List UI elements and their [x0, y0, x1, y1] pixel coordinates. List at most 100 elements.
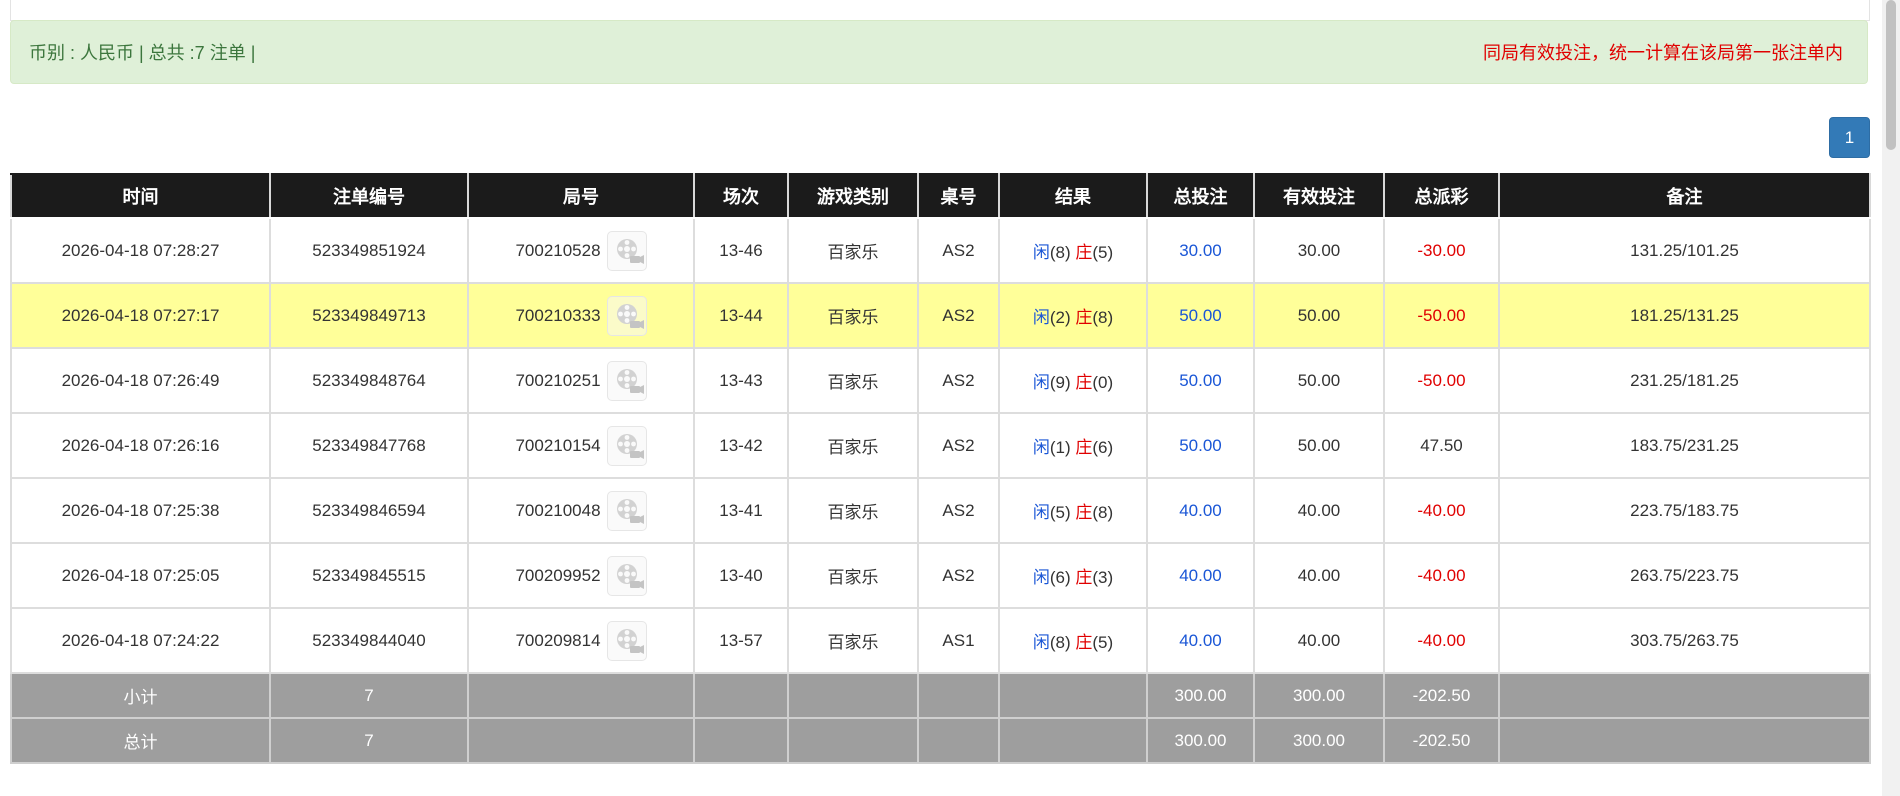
round-cell: 700209814 — [467, 607, 695, 674]
subtotal-label: 小计 — [10, 672, 271, 719]
bet-session: 13-41 — [693, 477, 789, 544]
bet-session: 13-44 — [693, 282, 789, 349]
bet-result: 闲(6) 庄(3) — [998, 542, 1148, 609]
bet-total: 30.00 — [1146, 217, 1255, 284]
film-reel-icon[interactable] — [606, 425, 647, 466]
bet-table: AS2 — [917, 282, 1000, 349]
bet-total: 50.00 — [1146, 347, 1255, 414]
banker-label: 庄 — [1075, 438, 1093, 457]
bet-result: 闲(1) 庄(6) — [998, 412, 1148, 479]
notice-text: 同局有效投注，统一计算在该局第一张注单内 — [1483, 43, 1843, 63]
total-row: 总计 7 300.00 300.00 -202.50 — [10, 717, 1871, 764]
film-reel-icon[interactable] — [606, 360, 647, 401]
bet-id: 523349845515 — [269, 542, 469, 609]
bet-total: 50.00 — [1146, 412, 1255, 479]
player-label: 闲 — [1032, 243, 1050, 262]
round-number: 700209814 — [515, 630, 601, 650]
bet-id: 523349846594 — [269, 477, 469, 544]
film-reel-icon[interactable] — [606, 555, 647, 596]
bet-time: 2026-04-18 07:26:16 — [10, 412, 271, 479]
bet-note: 181.25/131.25 — [1498, 282, 1871, 349]
header-session: 场次 — [693, 173, 789, 219]
bet-table: AS1 — [917, 607, 1000, 674]
banker-label: 庄 — [1075, 308, 1093, 327]
banker-value: (6) — [1092, 438, 1114, 457]
table-row: 2026-04-18 07:25:05 523349845515 700209952… — [10, 542, 1871, 609]
banker-value: (5) — [1092, 633, 1114, 652]
header-payout: 总派彩 — [1383, 173, 1500, 219]
banker-label: 庄 — [1075, 633, 1093, 652]
bet-valid: 50.00 — [1253, 347, 1385, 414]
bet-payout: -50.00 — [1383, 347, 1500, 414]
player-value: (2) — [1049, 308, 1071, 327]
bet-total: 50.00 — [1146, 282, 1255, 349]
player-label: 闲 — [1032, 308, 1050, 327]
player-value: (8) — [1049, 633, 1071, 652]
table-row: 2026-04-18 07:28:27 523349851924 700210528… — [10, 217, 1871, 284]
top-panel-edge — [10, 0, 1870, 21]
player-label: 闲 — [1032, 568, 1050, 587]
bet-result: 闲(8) 庄(5) — [998, 217, 1148, 284]
page-button-1[interactable]: 1 — [1829, 117, 1870, 158]
summary-text: 币别 : 人民币 | 总共 :7 注单 | — [29, 43, 256, 63]
round-cell: 700210048 — [467, 477, 695, 544]
header-bet-id: 注单编号 — [269, 173, 469, 219]
banker-value: (8) — [1092, 308, 1114, 327]
bet-id: 523349848764 — [269, 347, 469, 414]
scrollbar-thumb[interactable] — [1886, 0, 1896, 150]
header-result: 结果 — [998, 173, 1148, 219]
bet-game: 百家乐 — [787, 412, 919, 479]
header-valid-bet: 有效投注 — [1253, 173, 1385, 219]
header-round: 局号 — [467, 173, 695, 219]
bet-total: 40.00 — [1146, 477, 1255, 544]
bet-valid: 50.00 — [1253, 282, 1385, 349]
subtotal-total-bet: 300.00 — [1146, 672, 1255, 719]
player-value: (9) — [1049, 373, 1071, 392]
player-value: (8) — [1049, 243, 1071, 262]
bet-note: 303.75/263.75 — [1498, 607, 1871, 674]
bet-game: 百家乐 — [787, 542, 919, 609]
player-label: 闲 — [1032, 503, 1050, 522]
bet-table: AS2 — [917, 477, 1000, 544]
bet-valid: 40.00 — [1253, 477, 1385, 544]
banker-label: 庄 — [1075, 373, 1093, 392]
bet-result: 闲(2) 庄(8) — [998, 282, 1148, 349]
bet-valid: 40.00 — [1253, 542, 1385, 609]
subtotal-row: 小计 7 300.00 300.00 -202.50 — [10, 672, 1871, 719]
round-cell: 700210251 — [467, 347, 695, 414]
round-cell: 700210333 — [467, 282, 695, 349]
bet-game: 百家乐 — [787, 282, 919, 349]
total-label: 总计 — [10, 717, 271, 764]
bet-result: 闲(8) 庄(5) — [998, 607, 1148, 674]
banker-label: 庄 — [1075, 568, 1093, 587]
round-cell: 700210528 — [467, 217, 695, 284]
bet-id: 523349844040 — [269, 607, 469, 674]
vertical-scrollbar[interactable] — [1882, 0, 1900, 796]
bet-game: 百家乐 — [787, 347, 919, 414]
subtotal-valid-bet: 300.00 — [1253, 672, 1385, 719]
film-reel-icon[interactable] — [606, 295, 647, 336]
bet-valid: 30.00 — [1253, 217, 1385, 284]
bet-total: 40.00 — [1146, 542, 1255, 609]
film-reel-icon[interactable] — [606, 490, 647, 531]
film-reel-icon[interactable] — [606, 620, 647, 661]
bet-note: 263.75/223.75 — [1498, 542, 1871, 609]
header-total-bet: 总投注 — [1146, 173, 1255, 219]
player-label: 闲 — [1032, 633, 1050, 652]
bet-time: 2026-04-18 07:25:05 — [10, 542, 271, 609]
film-reel-icon[interactable] — [606, 230, 647, 271]
bet-game: 百家乐 — [787, 607, 919, 674]
bet-result: 闲(9) 庄(0) — [998, 347, 1148, 414]
round-cell: 700209952 — [467, 542, 695, 609]
bet-table: AS2 — [917, 347, 1000, 414]
player-label: 闲 — [1032, 373, 1050, 392]
player-value: (1) — [1049, 438, 1071, 457]
bet-payout: -30.00 — [1383, 217, 1500, 284]
bet-result: 闲(5) 庄(8) — [998, 477, 1148, 544]
banker-value: (5) — [1092, 243, 1114, 262]
bet-payout: -40.00 — [1383, 542, 1500, 609]
header-time: 时间 — [10, 173, 271, 219]
table-row: 2026-04-18 07:26:49 523349848764 700210251… — [10, 347, 1871, 414]
banker-label: 庄 — [1075, 503, 1093, 522]
banker-value: (8) — [1092, 503, 1114, 522]
